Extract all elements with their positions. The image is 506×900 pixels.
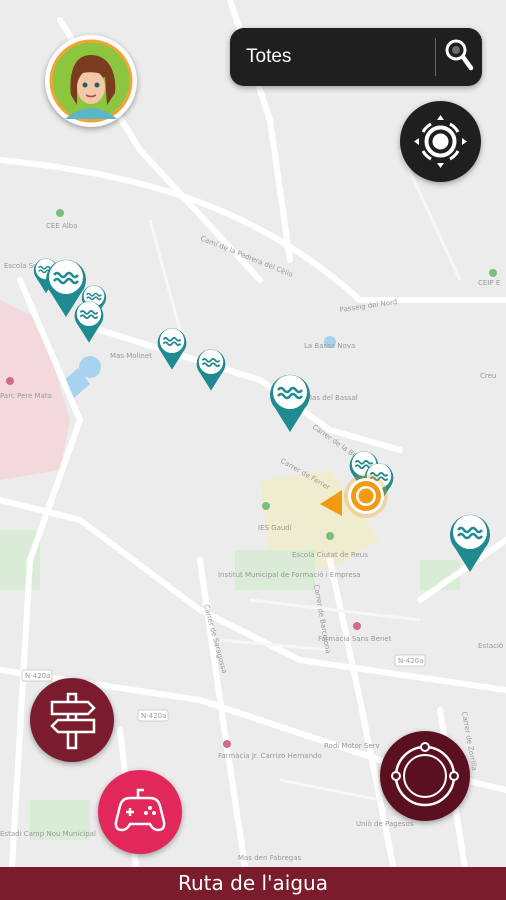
map-label: Mas Molinet <box>110 352 152 360</box>
map-label: Estació <box>478 642 503 650</box>
category-filter-value[interactable]: Totes <box>246 46 291 68</box>
map-label: Uniò de Pagesos <box>356 820 414 828</box>
route-title: Ruta de l'aigua <box>178 871 328 895</box>
magnifier-icon <box>445 39 474 71</box>
water-marker[interactable] <box>42 255 90 319</box>
signpost-icon <box>50 692 96 750</box>
heading-arrow-icon <box>320 490 342 516</box>
map-label: La Bassa Nova <box>304 342 355 350</box>
game-button[interactable] <box>98 770 182 854</box>
category-search-bar[interactable]: Totes <box>230 28 482 86</box>
map-label: Estadi Camp Nou Municipal <box>0 830 96 838</box>
user-avatar-icon <box>47 37 135 125</box>
map-label: Mas den Fabregas <box>238 854 301 862</box>
gamepad-icon <box>114 788 166 832</box>
compass-ring-icon <box>391 742 459 807</box>
compass-button[interactable] <box>380 731 470 821</box>
search-button[interactable] <box>436 28 482 86</box>
road-badge: N-420a <box>141 712 166 720</box>
map-label: CEE Alba <box>46 222 77 230</box>
map-label: Creu <box>480 372 496 380</box>
map-label: IES Gaudí <box>258 524 293 532</box>
route-signpost-button[interactable] <box>30 678 114 762</box>
map-label: Rodi Motor Serv <box>324 742 380 750</box>
profile-avatar[interactable] <box>45 35 137 127</box>
map-label: Parc Pere Mata <box>0 392 52 400</box>
route-title-bar: Ruta de l'aigua <box>0 867 506 900</box>
map-label: CEIP E <box>478 279 500 287</box>
user-location-marker <box>320 474 388 518</box>
locate-me-button[interactable] <box>400 101 481 182</box>
water-marker[interactable] <box>446 510 494 574</box>
gps-target-icon <box>414 115 467 168</box>
road-badge: N-420a <box>398 657 423 665</box>
map-label: Farmàcia Jr. Carrizo Hernando <box>218 752 322 760</box>
water-marker[interactable] <box>155 325 189 371</box>
map-label: Institut Municipal de Formació i Empresa <box>218 571 361 579</box>
water-marker[interactable] <box>194 346 228 392</box>
map-label: Escola Ciutat de Reus <box>292 551 368 559</box>
water-marker[interactable] <box>266 370 314 434</box>
